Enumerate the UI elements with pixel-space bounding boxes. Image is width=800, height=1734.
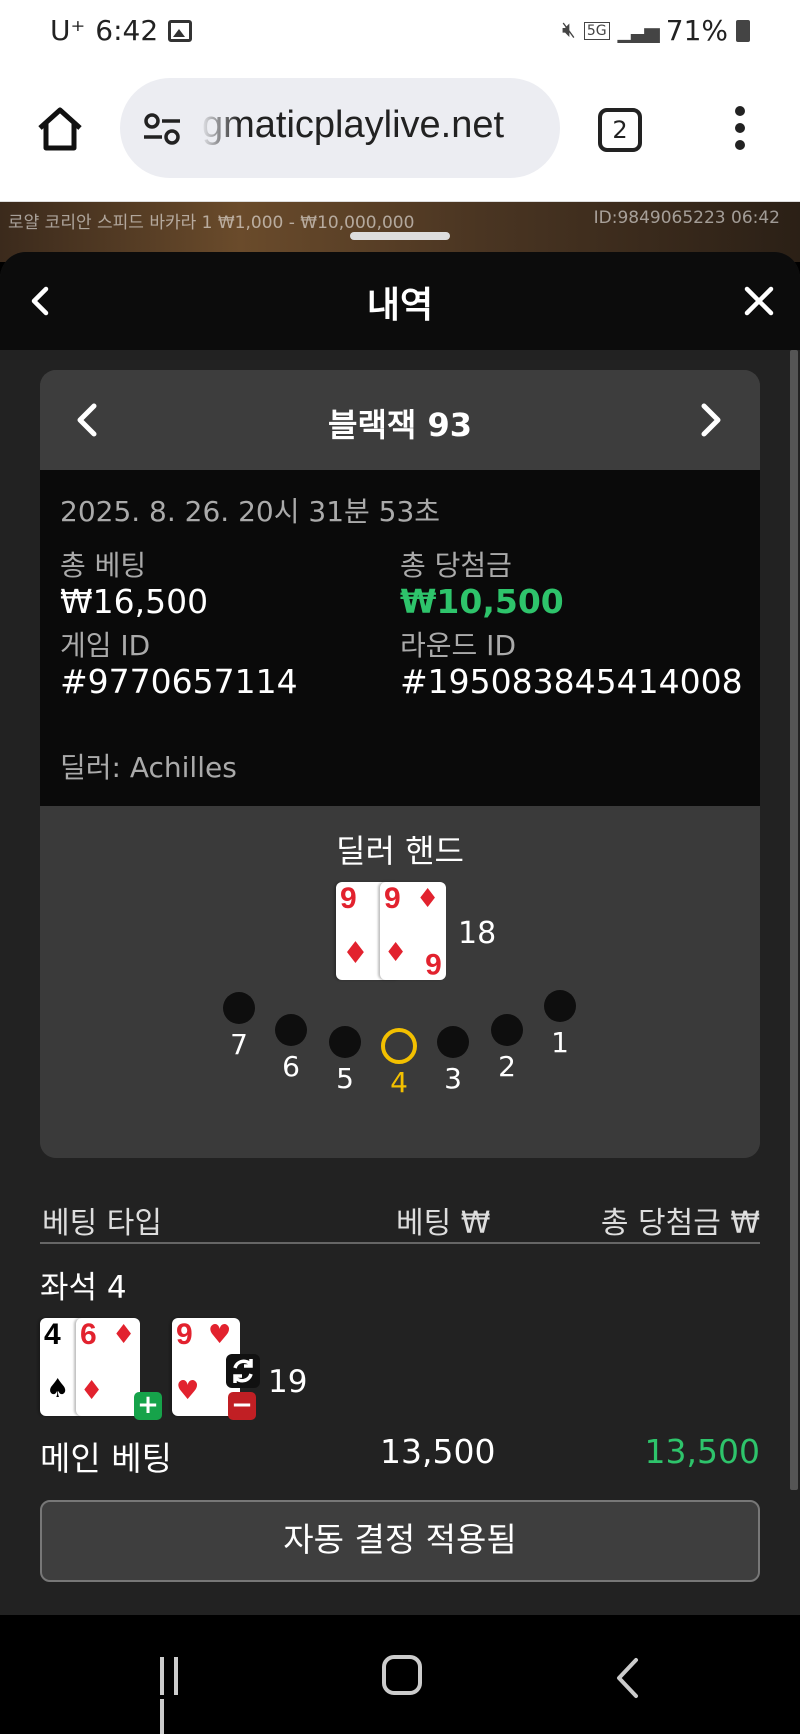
seat-5-label: 5 [336, 1062, 354, 1095]
card-suit: ♦ [416, 884, 440, 914]
game-id-value: #9770657114 [60, 662, 298, 701]
close-icon[interactable] [744, 286, 774, 316]
dealer-hand-section: 딜러 핸드 9 ♦ 9 ♦ ♦ 6 18 7 6 5 4 3 2 1 [40, 806, 760, 1158]
bets-table-header: 베팅 타입 베팅 ₩ 총 당첨금 ₩ [40, 1198, 760, 1244]
status-bar: U⁺ 6:42 🔇︎ 5G ▁▃▅ 71% [0, 0, 800, 62]
card-suit: ♦ [80, 1376, 104, 1406]
card-suit: ♦ [384, 938, 408, 968]
seat-4-label: 4 [390, 1066, 408, 1099]
clock: 6:42 [95, 14, 159, 47]
player-card-2: 6 ♦ ♦ [76, 1318, 140, 1416]
seat-3-dot [437, 1026, 469, 1058]
browser-toolbar: gmaticplaylive.net 2 [0, 62, 800, 202]
sheet-header: 내역 [0, 252, 800, 350]
seat-7-label: 7 [230, 1028, 248, 1061]
more-vert-icon[interactable] [730, 106, 750, 156]
round-details-panel: 블랙잭 93 2025. 8. 26. 20시 31분 53초 총 베팅 ₩16… [40, 370, 760, 1158]
card-suit: ♥ [176, 1376, 200, 1406]
player-hand-total: 19 [268, 1364, 308, 1400]
dealer-card-2: 9 ♦ ♦ 6 [380, 882, 446, 980]
seat-2-label: 2 [498, 1050, 516, 1083]
system-nav-bar [0, 1615, 800, 1734]
player-cards: 4 ♠ 6 ♦ ♦ + 9 ♥ ♥ − [40, 1318, 300, 1420]
tune-icon[interactable] [142, 112, 182, 146]
refresh-icon [226, 1354, 260, 1388]
tab-switcher-button[interactable]: 2 [598, 108, 642, 152]
main-bet-row: 메인 베팅 13,500 13,500 [40, 1432, 760, 1482]
col-bet-type: 베팅 타입 [42, 1206, 162, 1241]
status-left: U⁺ 6:42 [50, 14, 193, 47]
seat-1-label: 1 [551, 1026, 569, 1059]
auto-decision-button[interactable]: 자동 결정 적용됨 [40, 1500, 760, 1582]
card-rank: 4 [44, 1318, 61, 1351]
battery-icon [736, 19, 750, 42]
home-icon[interactable] [36, 106, 84, 152]
back-icon[interactable] [614, 1657, 640, 1699]
seat-4-dot-active [381, 1028, 417, 1064]
mute-icon: 🔇︎ [561, 18, 576, 43]
seat-label: 좌석 4 [40, 1270, 127, 1306]
status-right: 🔇︎ 5G ▁▃▅ 71% [562, 14, 750, 47]
col-total-win: 총 당첨금 ₩ [600, 1206, 760, 1241]
seat-2-dot [491, 1014, 523, 1046]
table-info: 로얄 코리안 스피드 바카라 1 ₩1,000 - ₩10,000,000 [8, 213, 415, 233]
sheet-title: 내역 [366, 285, 434, 326]
seat-1-dot [544, 990, 576, 1022]
split-minus-badge: − [228, 1392, 256, 1420]
battery-level: 71% [665, 14, 728, 47]
carrier-label: U⁺ [50, 14, 86, 47]
seat-3-label: 3 [444, 1062, 462, 1095]
round-id-label: 라운드 ID [400, 629, 516, 662]
card-suit: ♠ [46, 1374, 70, 1404]
card-suit: ♦ [112, 1320, 136, 1350]
address-bar[interactable]: gmaticplaylive.net [120, 78, 560, 178]
round-navigation: 블랙잭 93 [40, 370, 760, 470]
split-plus-badge: + [134, 1392, 162, 1420]
round-datetime: 2025. 8. 26. 20시 31분 53초 [60, 495, 441, 528]
main-bet-amount: 13,500 [380, 1432, 496, 1471]
dealer-hand-title: 딜러 핸드 [336, 832, 464, 870]
card-rank-bottom: 6 [425, 947, 442, 980]
total-win-label: 총 당첨금 [400, 549, 512, 582]
5g-icon: 5G [583, 21, 610, 40]
card-rank: 9 [340, 882, 357, 915]
dealer-name: 딜러: Achilles [60, 751, 237, 784]
recents-icon[interactable] [160, 1657, 200, 1734]
seat-6-dot [275, 1014, 307, 1046]
sheet-grabber[interactable] [350, 232, 450, 240]
total-bet-label: 총 베팅 [60, 549, 147, 582]
total-bet-value: ₩16,500 [60, 582, 209, 621]
round-info: 2025. 8. 26. 20시 31분 53초 총 베팅 ₩16,500 총 … [40, 470, 760, 806]
dealer-hand-total: 18 [458, 916, 497, 951]
next-round-chevron-icon[interactable] [698, 402, 724, 438]
card-rank: 9 [384, 882, 401, 915]
round-id-value: #195083845414008 [400, 662, 743, 701]
signal-icon: ▁▃▅ [617, 18, 660, 43]
main-bet-label: 메인 베팅 [40, 1439, 172, 1478]
seat-5-dot [329, 1026, 361, 1058]
total-win-value: ₩10,500 [400, 582, 564, 621]
game-id-label: 게임 ID [60, 629, 151, 662]
url-text[interactable]: gmaticplaylive.net [202, 104, 504, 147]
card-rank: 9 [176, 1318, 193, 1351]
history-sheet: 내역 블랙잭 93 2025. 8. 26. 20시 31분 53초 총 베팅 … [0, 252, 800, 1615]
seat-7-dot [223, 992, 255, 1024]
card-rank: 6 [80, 1318, 97, 1351]
game-title: 블랙잭 93 [328, 406, 472, 444]
col-bet-amount: 베팅 ₩ [396, 1206, 491, 1241]
scrollbar[interactable] [790, 350, 798, 1490]
seat-6-label: 6 [282, 1050, 300, 1083]
main-bet-win: 13,500 [644, 1432, 760, 1471]
round-id-time: ID:9849065223 06:42 [593, 208, 780, 228]
url-fade [200, 78, 240, 178]
card-suit: ♦ [342, 936, 369, 971]
card-suit: ♥ [208, 1320, 232, 1350]
home-button-icon[interactable] [382, 1655, 422, 1695]
gallery-notification-icon [168, 19, 193, 42]
